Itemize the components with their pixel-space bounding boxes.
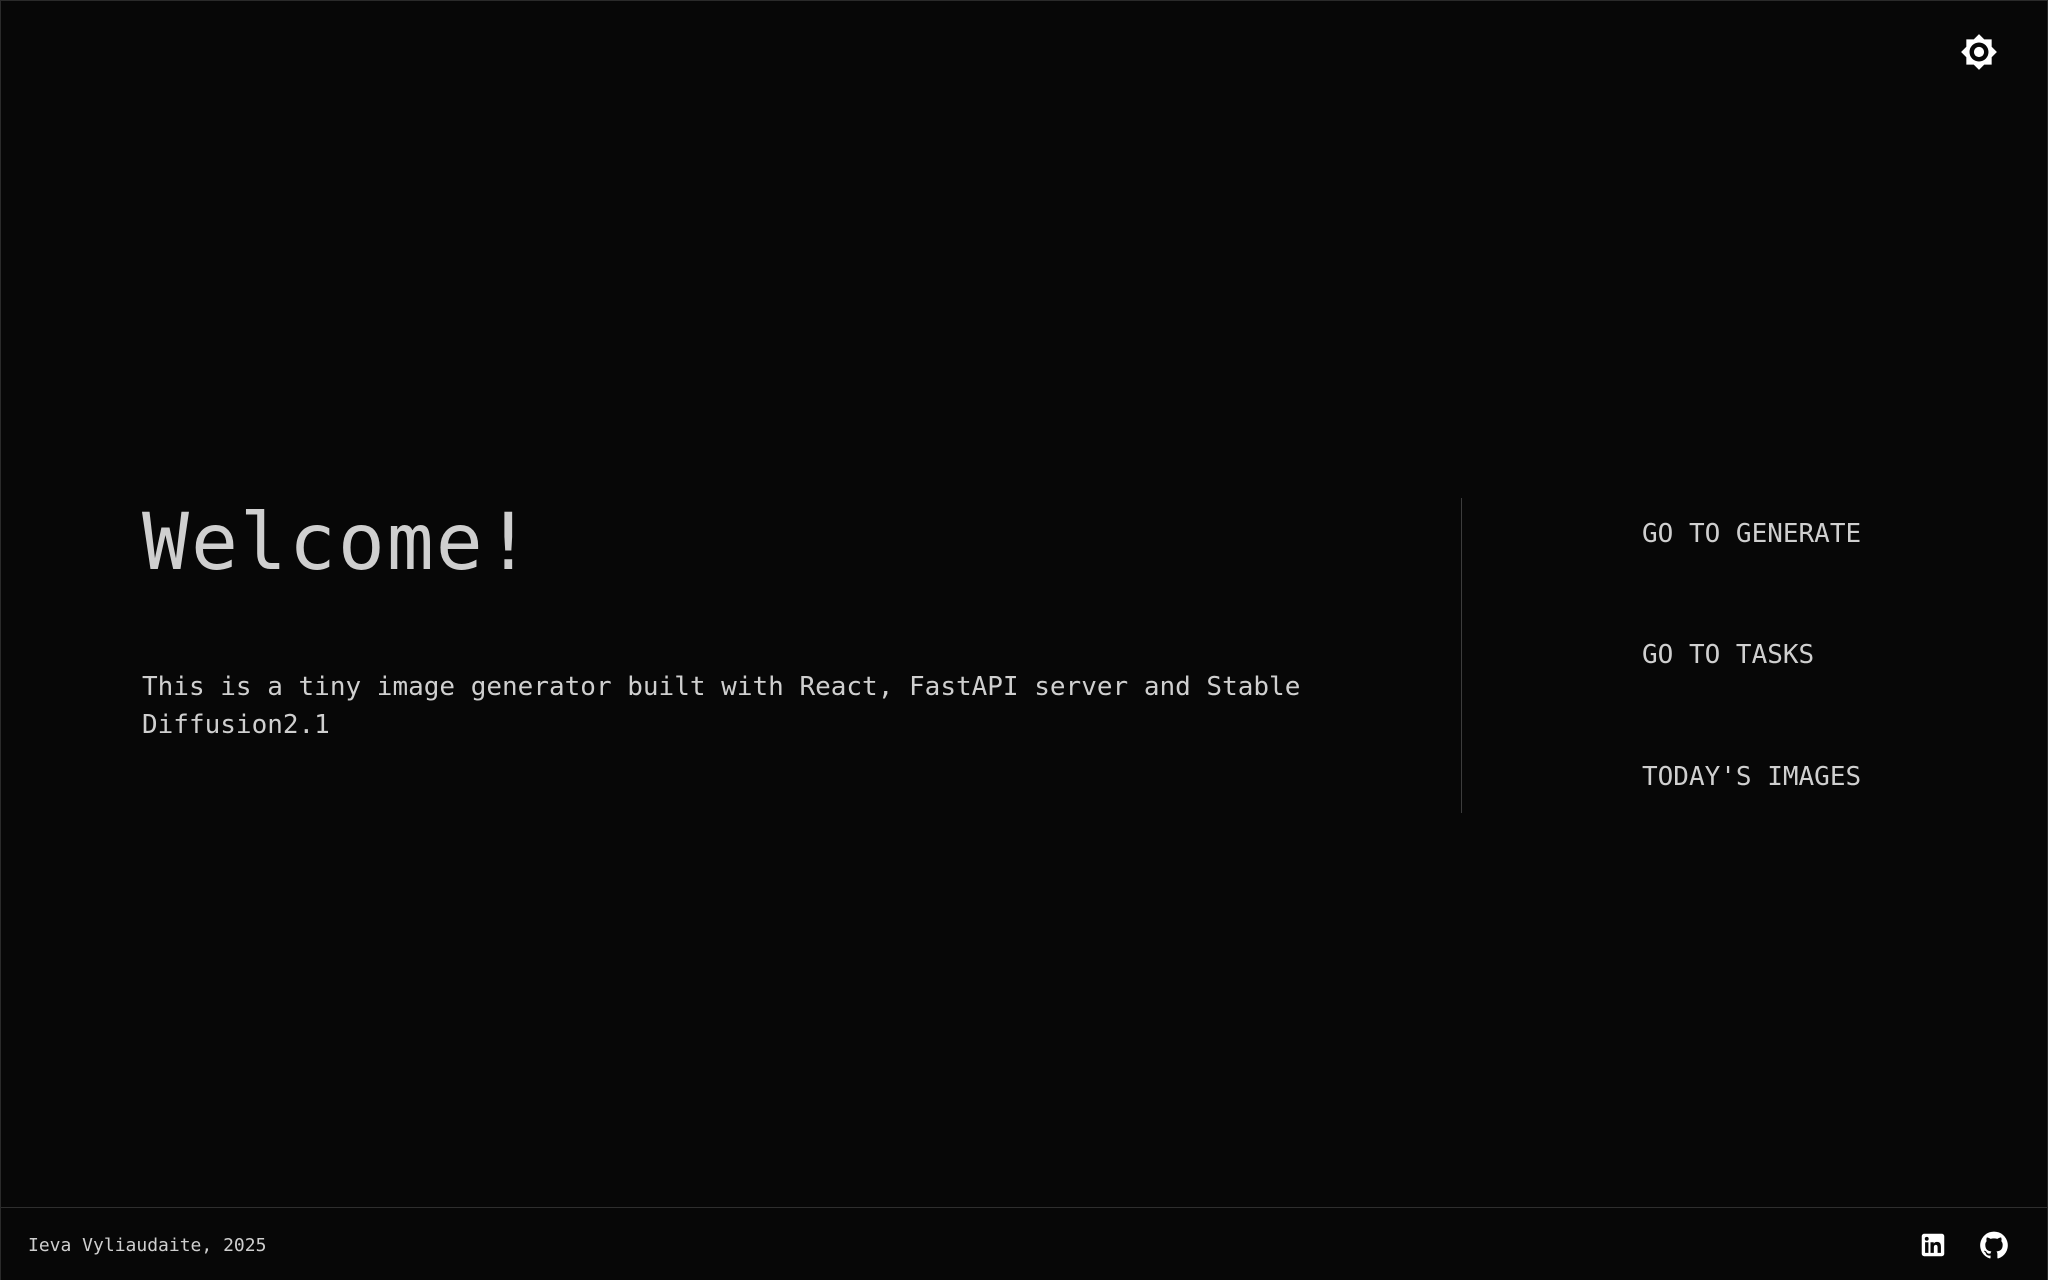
intro-text: This is a tiny image generator built wit… — [142, 672, 1301, 740]
github-icon — [1980, 1231, 2008, 1259]
page-title: Welcome! — [142, 498, 534, 588]
go-to-tasks-link[interactable]: GO TO TASKS — [1642, 638, 1814, 672]
linkedin-link[interactable] — [1918, 1230, 1948, 1260]
footer: Ieva Vyliaudaite, 2025 — [1, 1207, 2047, 1280]
todays-images-link[interactable]: TODAY'S IMAGES — [1642, 760, 1861, 794]
go-to-generate-link[interactable]: GO TO GENERATE — [1642, 517, 1861, 551]
github-link[interactable] — [1979, 1230, 2009, 1260]
sun-brightness-icon — [1961, 34, 1997, 70]
vertical-divider — [1461, 498, 1462, 813]
footer-credit: Ieva Vyliaudaite, 2025 — [28, 1235, 267, 1256]
linkedin-icon — [1921, 1233, 1945, 1257]
theme-toggle-button[interactable] — [1960, 33, 1998, 71]
